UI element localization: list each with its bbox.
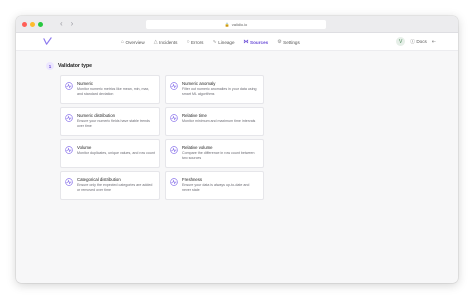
nav-item-label: Incidents xyxy=(159,39,178,45)
pulse-chart-icon xyxy=(65,146,73,154)
navbar-tools: V ⓘ Docs ⇤ xyxy=(396,37,436,46)
nav-item-overview[interactable]: ⌂ Overview xyxy=(121,39,145,45)
validator-type-header: 1 Validator type xyxy=(46,62,92,70)
validator-card-freshness[interactable]: Freshness Ensure your data is always up-… xyxy=(165,171,264,200)
validator-title: Relative time xyxy=(182,113,207,118)
validator-card-relative-time[interactable]: Relative time Monitor minimum and maximu… xyxy=(165,107,264,136)
pulse-chart-icon xyxy=(65,114,73,122)
window-controls xyxy=(22,22,43,27)
nav-item-sources[interactable]: ⋈ Sources xyxy=(244,39,269,45)
validator-description: Ensure your numeric fields have stable t… xyxy=(77,119,150,128)
help-circle-icon: ⓘ xyxy=(410,38,415,44)
validator-title: Freshness xyxy=(182,177,203,182)
validator-card-categorical-distribution[interactable]: Categorical distribution Ensure only the… xyxy=(60,171,160,200)
pulse-chart-icon xyxy=(170,82,178,90)
pulse-chart-icon xyxy=(170,178,178,186)
forward-arrow-icon[interactable]: › xyxy=(71,19,74,29)
nav-item-errors[interactable]: ○ Errors xyxy=(186,39,203,45)
avatar-initial: V xyxy=(399,38,403,45)
main-menu: ⌂ Overview △ Incidents ○ Errors ∿ Lineag… xyxy=(121,33,300,51)
lineage-icon: ∿ xyxy=(212,39,217,45)
validator-description: Compare the difference in row count betw… xyxy=(182,151,255,160)
nav-item-label: Settings xyxy=(283,39,300,45)
step-number-badge: 1 xyxy=(46,62,54,70)
validator-card-volume[interactable]: Volume Monitor duplicates, unique values… xyxy=(60,139,160,168)
home-icon: ⌂ xyxy=(121,39,125,45)
pulse-chart-icon xyxy=(170,146,178,154)
nav-item-label: Sources xyxy=(250,39,269,45)
minimize-window-button[interactable] xyxy=(30,22,35,27)
validio-logo[interactable] xyxy=(43,37,52,46)
validator-title: Volume xyxy=(77,145,92,150)
maximize-window-button[interactable] xyxy=(38,22,43,27)
validator-card-relative-volume[interactable]: Relative volume Compare the difference i… xyxy=(165,139,264,168)
nav-item-label: Lineage xyxy=(218,39,235,45)
app-navbar: ⌂ Overview △ Incidents ○ Errors ∿ Lineag… xyxy=(16,33,458,51)
browser-titlebar: ‹ › 🔒 validio.io xyxy=(16,16,458,33)
validator-card-numeric[interactable]: Numeric Monitor numeric metrics like mea… xyxy=(60,75,160,104)
address-bar[interactable]: 🔒 validio.io xyxy=(146,20,326,29)
nav-item-label: Errors xyxy=(190,39,204,45)
validator-title: Categorical distribution xyxy=(77,177,121,182)
pulse-chart-icon xyxy=(65,178,73,186)
pulse-chart-icon xyxy=(65,82,73,90)
collapse-sidebar-icon[interactable]: ⇤ xyxy=(432,39,436,45)
validator-title: Numeric anomaly xyxy=(182,81,216,86)
section-title: Validator type xyxy=(58,63,93,69)
bell-icon: △ xyxy=(153,39,158,45)
nav-item-lineage[interactable]: ∿ Lineage xyxy=(212,39,234,45)
nav-item-settings[interactable]: ⚙ Settings xyxy=(277,39,300,45)
nav-item-label: Overview xyxy=(125,39,145,45)
pulse-chart-icon xyxy=(170,114,178,122)
validator-title: Relative volume xyxy=(182,145,213,150)
address-bar-url: validio.io xyxy=(231,22,248,27)
validator-title: Numeric distribution xyxy=(77,113,115,118)
docs-label: Docs xyxy=(416,39,427,44)
validator-description: Filter out numeric anomalies in your dat… xyxy=(182,87,257,96)
sources-icon: ⋈ xyxy=(243,39,249,45)
validator-card-numeric-anomaly[interactable]: Numeric anomaly Filter out numeric anoma… xyxy=(165,75,264,104)
avatar[interactable]: V xyxy=(396,37,406,46)
gear-icon: ⚙ xyxy=(277,39,282,45)
history-nav: ‹ › xyxy=(60,19,73,29)
close-window-button[interactable] xyxy=(22,22,27,27)
validator-title: Numeric xyxy=(77,81,93,86)
lock-icon: 🔒 xyxy=(224,22,230,27)
validator-card-numeric-distribution[interactable]: Numeric distribution Ensure your numeric… xyxy=(60,107,160,136)
validator-description: Ensure your data is always up-to-date an… xyxy=(182,183,250,192)
docs-link[interactable]: ⓘ Docs xyxy=(410,39,427,45)
nav-item-incidents[interactable]: △ Incidents xyxy=(154,39,178,45)
error-icon: ○ xyxy=(186,39,190,45)
validator-description: Monitor numeric metrics like mean, min, … xyxy=(77,87,150,96)
browser-window: ‹ › 🔒 validio.io ⌂ Overview △ Incidents … xyxy=(16,16,458,283)
validator-description: Monitor duplicates, unique values, and r… xyxy=(77,151,155,155)
back-arrow-icon[interactable]: ‹ xyxy=(60,19,63,29)
validator-description: Ensure only the expected categories are … xyxy=(77,183,153,192)
validator-description: Monitor minimum and maximum time interva… xyxy=(182,119,256,123)
validator-type-grid: Numeric Monitor numeric metrics like mea… xyxy=(60,75,264,200)
